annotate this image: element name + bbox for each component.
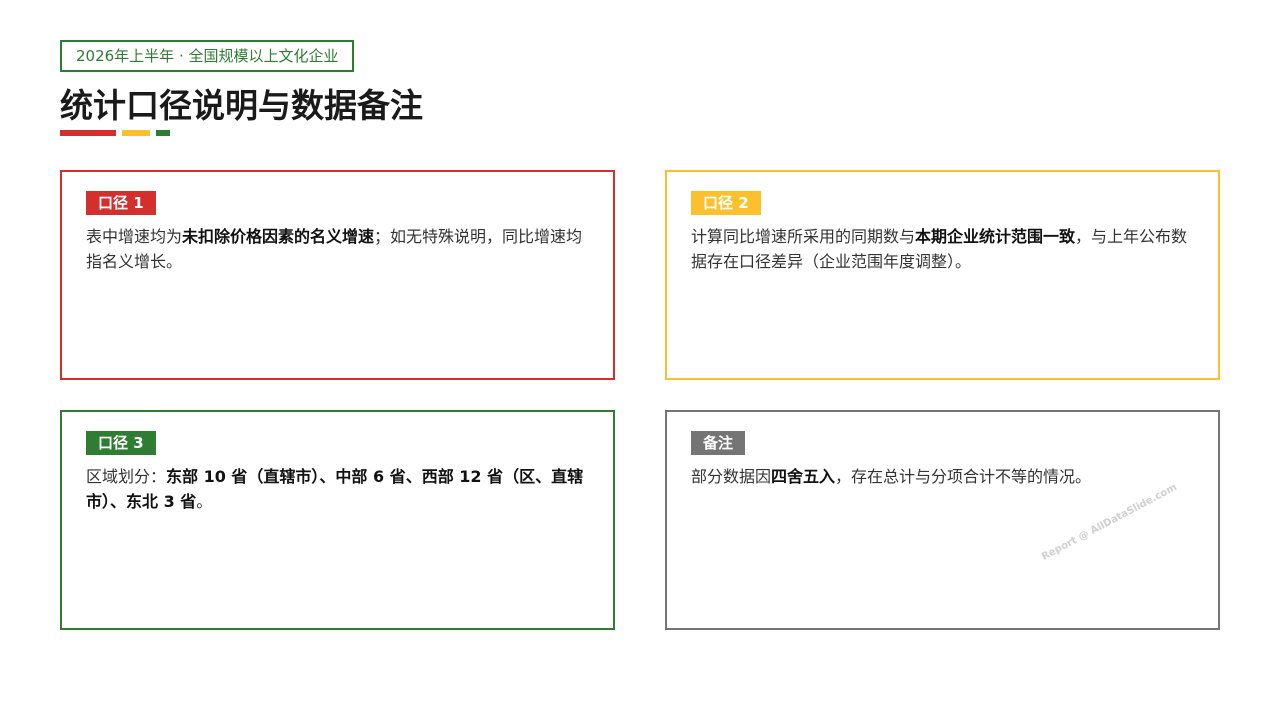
period-tag: 2026年上半年 · 全国规模以上文化企业 — [60, 40, 355, 72]
body-text: 表中增速均为 — [86, 227, 183, 246]
accent-bar-yellow — [122, 130, 150, 136]
body-text: 。 — [196, 492, 213, 511]
card-caliber-1: 口径 1 表中增速均为未扣除价格因素的名义增速；如无特殊说明，同比增速均指名义增… — [60, 170, 615, 380]
body-text: 部分数据因 — [691, 467, 772, 486]
emphasis-text: 四舍五入 — [771, 467, 836, 486]
emphasis-text: 未扣除价格因素的名义增速 — [182, 227, 375, 246]
card-caliber-3: 口径 3 区域划分：东部 10 省（直辖市）、中部 6 省、西部 12 省（区、… — [60, 410, 615, 630]
accent-bar-red — [60, 130, 116, 136]
card-label: 口径 2 — [691, 191, 761, 215]
card-body: 部分数据因四舍五入，存在总计与分项合计不等的情况。 — [691, 464, 1196, 489]
emphasis-text: 本期企业统计范围一致 — [915, 227, 1076, 246]
card-label: 口径 1 — [86, 191, 156, 215]
body-text: 计算同比增速所采用的同期数与 — [691, 227, 916, 246]
card-body: 区域划分：东部 10 省（直辖市）、中部 6 省、西部 12 省（区、直辖市）、… — [86, 464, 591, 514]
page-title: 统计口径说明与数据备注 — [60, 86, 423, 125]
card-label: 口径 3 — [86, 431, 156, 455]
accent-bar-green — [156, 130, 170, 136]
card-note: 备注 部分数据因四舍五入，存在总计与分项合计不等的情况。 — [665, 410, 1220, 630]
card-caliber-2: 口径 2 计算同比增速所采用的同期数与本期企业统计范围一致，与上年公布数据存在口… — [665, 170, 1220, 380]
body-text: 区域划分： — [86, 467, 167, 486]
card-body: 计算同比增速所采用的同期数与本期企业统计范围一致，与上年公布数据存在口径差异（企… — [691, 224, 1196, 274]
body-text: ，存在总计与分项合计不等的情况。 — [835, 467, 1092, 486]
card-label: 备注 — [691, 431, 746, 455]
card-body: 表中增速均为未扣除价格因素的名义增速；如无特殊说明，同比增速均指名义增长。 — [86, 224, 591, 274]
